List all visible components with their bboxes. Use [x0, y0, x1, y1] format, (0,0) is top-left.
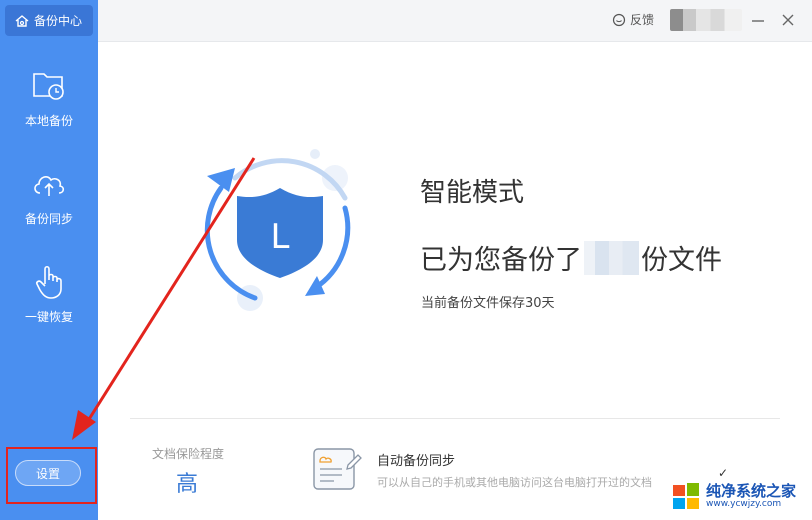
sidebar-item-label: 一键恢复: [24, 310, 73, 324]
backup-count-blurred: [584, 240, 639, 275]
protection-level-label: 文档保险程度: [152, 447, 225, 461]
app-title-badge[interactable]: 备份中心: [5, 5, 93, 36]
sidebar-item-label: 本地备份: [24, 114, 73, 128]
sidebar-item-backup-sync[interactable]: 备份同步: [0, 164, 98, 244]
shield-letter: L: [271, 217, 290, 257]
site-watermark: 纯净系统之家 www.ycwjzy.com: [672, 482, 796, 510]
feedback-label: 反馈: [629, 13, 654, 27]
auto-sync-title: 自动备份同步: [377, 454, 456, 469]
retention-text: 当前备份文件保存30天: [421, 296, 555, 311]
divider: [130, 418, 780, 419]
document-sync-icon: [312, 447, 362, 495]
title-bar: 反馈: [98, 0, 812, 42]
watermark-url: www.ycwjzy.com: [706, 498, 782, 509]
sync-toggle-partial[interactable]: ✓: [718, 466, 728, 480]
home-cloud-icon: [15, 14, 29, 27]
backup-count-line: 已为您备份了 份文件: [420, 238, 722, 277]
protection-level-value: 高: [176, 472, 199, 497]
watermark-name: 纯净系统之家: [706, 481, 797, 500]
sidebar-item-one-click-restore[interactable]: 一键恢复: [0, 262, 98, 342]
auto-sync-description: 可以从自己的手机或其他电脑访问这台电脑打开过的文档: [377, 476, 652, 489]
folder-clock-icon: [32, 66, 66, 106]
chat-bubble-icon: [612, 13, 626, 26]
sidebar-item-label: 备份同步: [24, 212, 73, 226]
close-icon[interactable]: [778, 10, 798, 30]
sidebar-item-local-backup[interactable]: 本地备份: [0, 66, 98, 146]
annotation-highlight-box: [6, 447, 97, 504]
app-title: 备份中心: [34, 14, 83, 28]
user-avatar-blurred[interactable]: [670, 9, 742, 31]
feedback-button[interactable]: 反馈: [612, 11, 654, 28]
hand-pointer-icon: [34, 262, 64, 302]
backup-prefix: 已为您备份了: [420, 245, 582, 276]
mode-title: 智能模式: [420, 178, 525, 208]
cloud-upload-icon: [31, 164, 67, 204]
sidebar: 备份中心 本地备份 备份同步 一键恢复 设置: [0, 0, 98, 520]
backup-suffix: 份文件: [641, 245, 722, 276]
shield-protection-illustration: L: [195, 148, 365, 318]
minimize-icon[interactable]: [748, 10, 768, 30]
windows-logo-icon: [673, 483, 699, 509]
